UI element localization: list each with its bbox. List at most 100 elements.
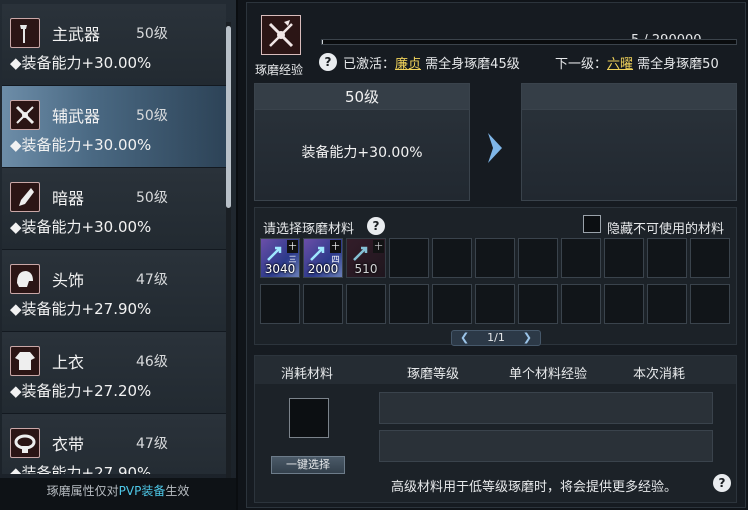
equipment-level: 46级: [136, 354, 168, 370]
consumed-material-slot[interactable]: [289, 398, 329, 438]
empty-material-slot[interactable]: [561, 284, 601, 324]
equipment-item-headwear[interactable]: 头饰 47级 ◆装备能力+27.90%: [2, 250, 226, 332]
experience-progress-fill: [322, 40, 324, 44]
material-item[interactable]: 十 510: [346, 238, 386, 278]
empty-material-slot[interactable]: [389, 238, 429, 278]
header-polish-level: 琢磨等级: [407, 367, 460, 382]
helmet-icon: [10, 264, 40, 294]
empty-material-slot[interactable]: [475, 238, 515, 278]
consumption-help-button[interactable]: ?: [713, 474, 731, 492]
empty-material-slot[interactable]: [432, 238, 472, 278]
equipment-stat: ◆装备能力+30.00%: [10, 218, 152, 236]
next-level-title: [522, 84, 736, 110]
activated-set-line: 已激活：廉贞 需全身琢磨45级: [343, 53, 520, 72]
equipment-level: 50级: [136, 26, 168, 42]
next-requirement: 需全身琢磨50: [637, 57, 719, 72]
next-set-line: 下一级：六曜 需全身琢磨50: [555, 53, 719, 72]
empty-material-slot[interactable]: [389, 284, 429, 324]
empty-material-slot[interactable]: [346, 284, 386, 324]
equipment-name: 衣带: [52, 435, 85, 454]
hammer-icon: [10, 18, 40, 48]
experience-progress-bar: [321, 39, 737, 45]
empty-material-slot[interactable]: [690, 284, 730, 324]
equipment-level: 47级: [136, 436, 168, 452]
empty-material-slot[interactable]: [647, 238, 687, 278]
material-selection-panel: 请选择琢磨材料 ? 隐藏不可使用的材料 十三 3040 十四 2000 十 510 ❮ 1…: [254, 207, 737, 346]
consumption-header: 消耗材料 琢磨等级 单个材料经验 本次消耗: [255, 356, 736, 384]
equipment-item-belt[interactable]: 衣带 47级 ◆装备能力+27.90%: [2, 414, 226, 474]
material-item[interactable]: 十四 2000: [303, 238, 343, 278]
polish-experience-label: 琢磨经验: [255, 63, 304, 77]
equipment-name: 上衣: [52, 353, 85, 372]
consumption-row: [379, 392, 713, 424]
equipment-name: 辅武器: [52, 107, 101, 126]
equipment-stat: ◆装备能力+27.20%: [10, 382, 152, 400]
next-set-link[interactable]: 六曜: [607, 57, 633, 72]
material-count: 3040: [264, 262, 296, 276]
next-label: 下一级：: [555, 57, 608, 72]
empty-material-slot[interactable]: [561, 238, 601, 278]
pvp-note-highlight: PVP装备: [118, 484, 166, 498]
header-consumption: 本次消耗: [633, 367, 686, 382]
equipment-list: 主武器 50级 ◆装备能力+30.00% 辅武器 50级 ◆装备能力+30.00…: [2, 4, 226, 474]
chevron-right-icon[interactable]: ❯: [523, 331, 532, 345]
equipment-item-secondary-weapon[interactable]: 辅武器 50级 ◆装备能力+30.00%: [2, 86, 226, 168]
empty-material-slot[interactable]: [260, 284, 300, 324]
material-item[interactable]: 十三 3040: [260, 238, 300, 278]
equipment-stat: ◆装备能力+30.00%: [10, 136, 152, 154]
empty-material-slot[interactable]: [303, 284, 343, 324]
empty-material-slot[interactable]: [475, 284, 515, 324]
consumption-panel: 消耗材料 琢磨等级 单个材料经验 本次消耗 一键选择 高级材料用于低等级琢磨时，…: [254, 355, 737, 503]
material-selection-title: 请选择琢磨材料: [263, 222, 355, 237]
activated-set-link[interactable]: 廉贞: [395, 57, 421, 72]
header-unit-exp: 单个材料经验: [509, 367, 588, 382]
equipment-stat: ◆装备能力+27.90%: [10, 464, 152, 474]
empty-material-slot[interactable]: [690, 238, 730, 278]
pvp-note-suffix: 生效: [165, 484, 190, 498]
next-level-card: [521, 83, 737, 201]
polish-stone-icon: [310, 246, 325, 261]
current-level-card: 50级 装备能力+30.00%: [254, 83, 470, 201]
equipment-item-main-weapon[interactable]: 主武器 50级 ◆装备能力+30.00%: [2, 4, 226, 86]
polish-experience-icon: [261, 15, 301, 55]
polish-stone-icon: [267, 246, 282, 261]
current-level-stat: 装备能力+30.00%: [301, 145, 423, 161]
chevron-left-icon[interactable]: ❮: [460, 331, 469, 345]
material-count: 510: [354, 262, 378, 276]
robe-icon: [10, 346, 40, 376]
material-help-button[interactable]: ?: [367, 217, 385, 235]
material-pager: ❮ 1/1 ❯: [451, 330, 541, 346]
equipment-stat: ◆装备能力+30.00%: [10, 54, 152, 72]
dart-icon: [10, 182, 40, 212]
equipment-stat: ◆装备能力+27.90%: [10, 300, 152, 318]
polish-stone-icon: [353, 246, 368, 261]
activation-help-button[interactable]: ?: [319, 53, 337, 71]
equipment-level: 50级: [136, 190, 168, 206]
auto-select-button[interactable]: 一键选择: [271, 456, 345, 474]
empty-material-slot[interactable]: [604, 238, 644, 278]
empty-material-slot[interactable]: [647, 284, 687, 324]
belt-icon: [10, 428, 40, 458]
crossed-blades-icon: [10, 100, 40, 130]
page-indicator: 1/1: [487, 331, 505, 344]
empty-material-slot[interactable]: [432, 284, 472, 324]
equipment-item-hidden-weapon[interactable]: 暗器 50级 ◆装备能力+30.00%: [2, 168, 226, 250]
hide-unusable-label: 隐藏不可使用的材料: [607, 222, 725, 237]
equipment-level: 47级: [136, 272, 168, 288]
equipment-panel: 主武器 50级 ◆装备能力+30.00% 辅武器 50级 ◆装备能力+30.00…: [0, 0, 238, 510]
empty-material-slot[interactable]: [518, 238, 558, 278]
empty-material-slot[interactable]: [604, 284, 644, 324]
consumption-note: 高级材料用于低等级琢磨时，将会提供更多经验。: [391, 480, 678, 495]
header-material: 消耗材料: [281, 367, 334, 382]
pvp-note-prefix: 琢磨属性仅对: [46, 484, 119, 498]
list-scrollbar-thumb[interactable]: [226, 26, 231, 208]
equipment-item-top[interactable]: 上衣 46级 ◆装备能力+27.20%: [2, 332, 226, 414]
current-level-title: 50级: [255, 84, 469, 110]
activated-requirement: 需全身琢磨45级: [425, 57, 520, 72]
material-tier-tag: 十: [373, 240, 384, 253]
equipment-name: 头饰: [52, 271, 85, 290]
hide-unusable-checkbox[interactable]: [583, 215, 601, 233]
empty-material-slot[interactable]: [518, 284, 558, 324]
material-tier-tag: 十三: [287, 240, 298, 264]
equipment-name: 主武器: [52, 25, 101, 44]
